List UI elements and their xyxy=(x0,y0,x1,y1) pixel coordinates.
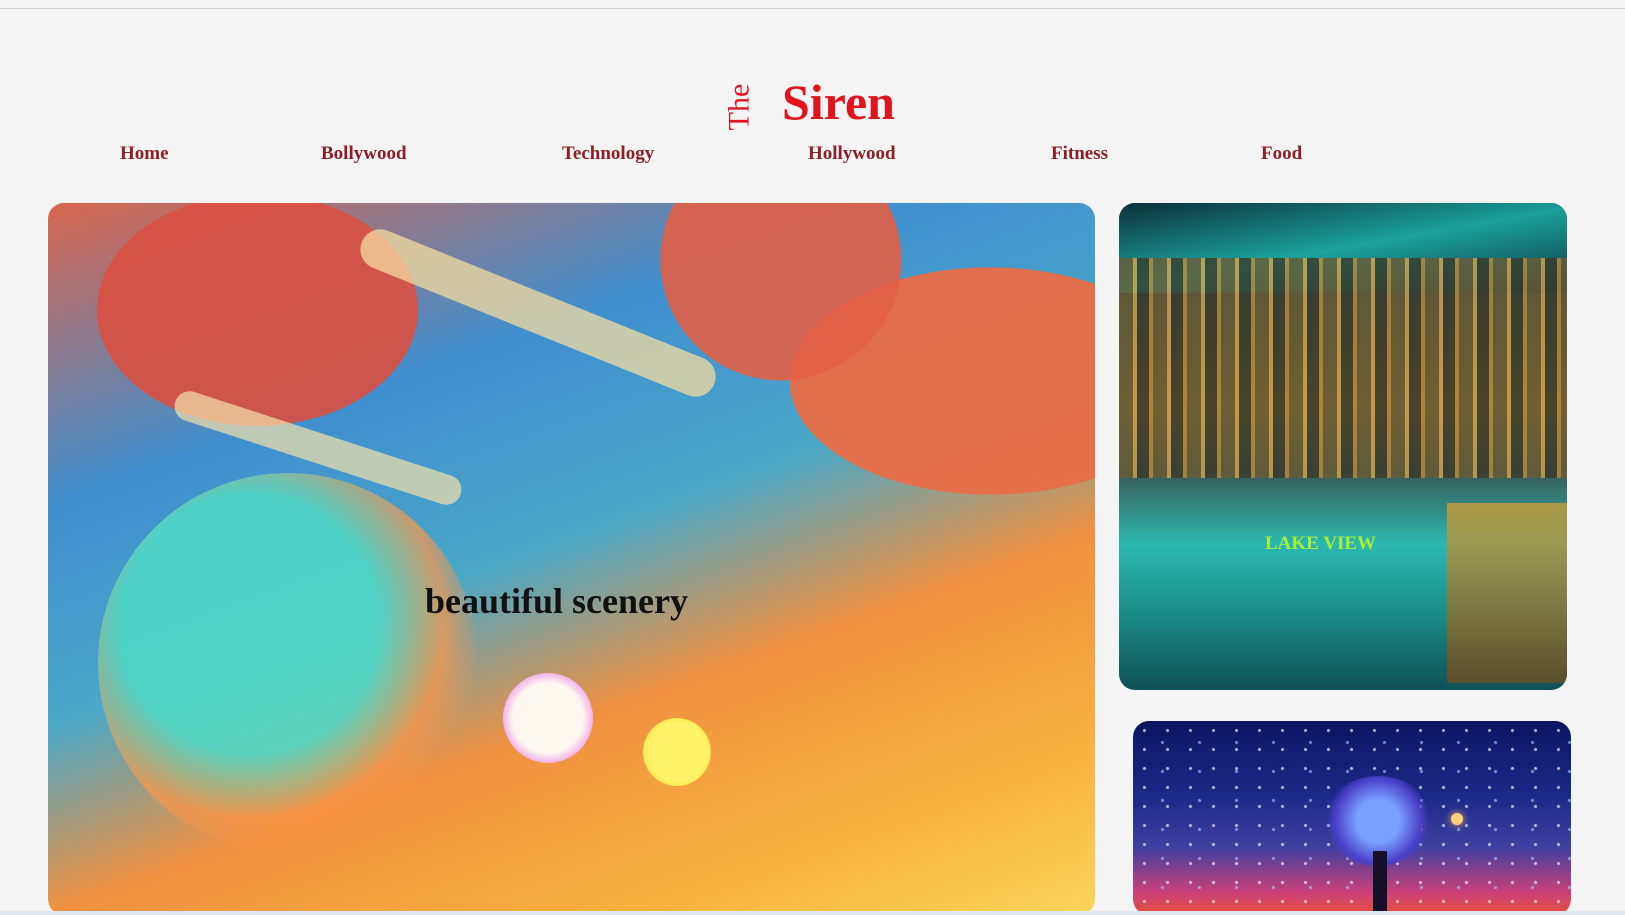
lake-view-card[interactable]: LAKE VIEW xyxy=(1119,203,1567,690)
night-art-star xyxy=(1451,813,1463,825)
night-sky-card[interactable] xyxy=(1133,721,1571,915)
nav-technology[interactable]: Technology xyxy=(562,143,654,165)
hero-art-orb xyxy=(503,673,593,763)
nav-hollywood[interactable]: Hollywood xyxy=(808,143,896,165)
hero-caption: beautiful scenery xyxy=(425,581,688,621)
horizontal-scrollbar[interactable] xyxy=(0,911,1625,915)
logo-the: The xyxy=(722,83,756,131)
nav-fitness[interactable]: Fitness xyxy=(1051,143,1108,165)
nav-home[interactable]: Home xyxy=(120,143,169,165)
lake-art-boats xyxy=(1447,503,1567,683)
hero-art-sun-glow xyxy=(98,473,478,853)
hero-art-orb xyxy=(643,718,711,786)
nav-food[interactable]: Food xyxy=(1261,143,1302,165)
hero-art-streak xyxy=(354,223,722,403)
nav-bollywood[interactable]: Bollywood xyxy=(321,143,407,165)
lake-art-buildings xyxy=(1119,258,1567,478)
top-divider xyxy=(0,8,1625,9)
hero-card[interactable]: beautiful scenery xyxy=(48,203,1095,915)
lake-view-caption: LAKE VIEW xyxy=(1265,533,1377,554)
site-logo[interactable]: The Siren xyxy=(722,72,948,132)
logo-name: Siren xyxy=(782,74,895,130)
night-art-trunk xyxy=(1373,851,1387,915)
